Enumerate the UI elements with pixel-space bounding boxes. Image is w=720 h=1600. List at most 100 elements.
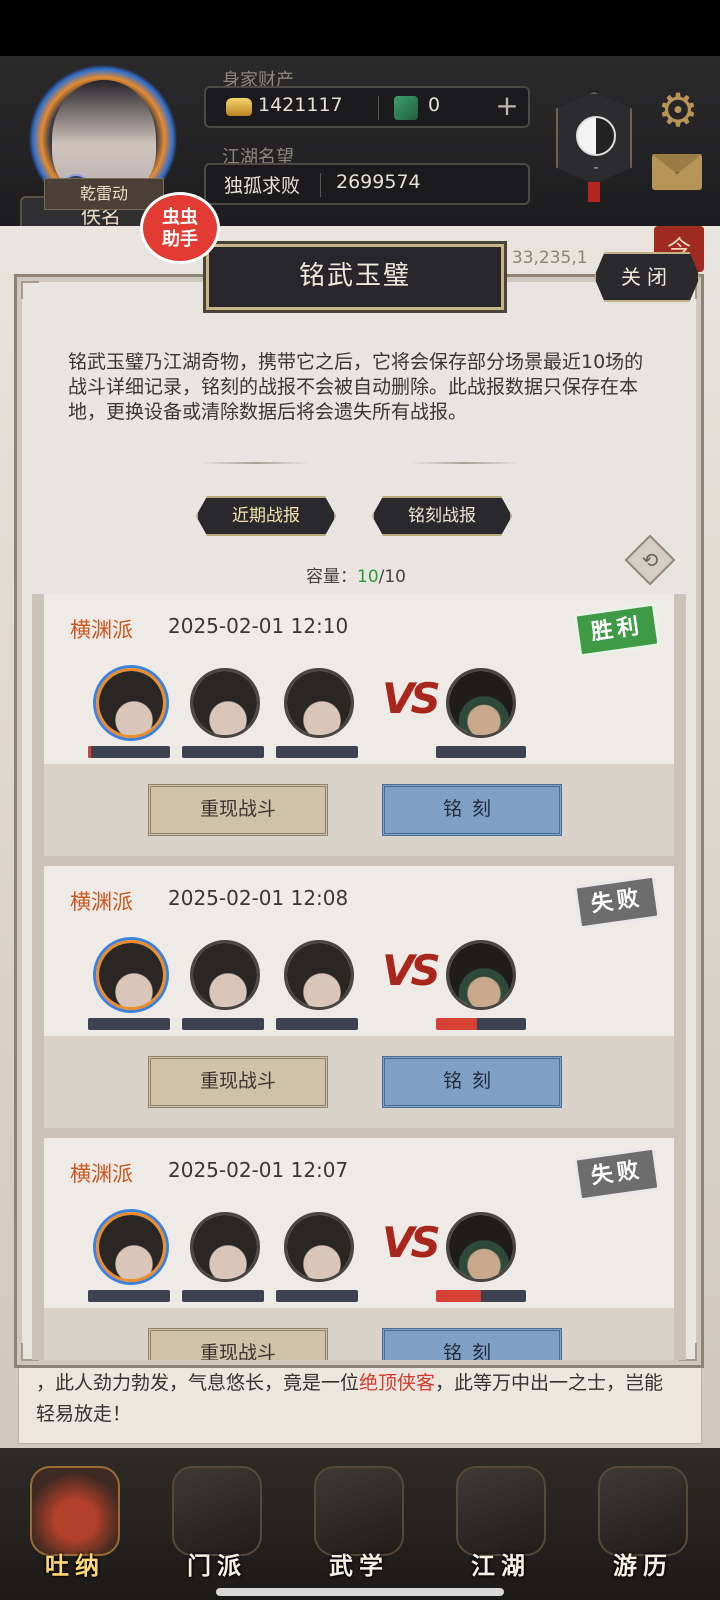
portrait — [287, 671, 351, 735]
hero-avatar-ally — [284, 1212, 354, 1282]
capacity-label: 容量： — [306, 567, 357, 587]
mail-flap — [652, 154, 702, 174]
portrait — [99, 943, 163, 1007]
hp-bar-ally — [182, 746, 264, 758]
story-highlight: 绝顶侠客 — [359, 1372, 436, 1394]
taiji-button[interactable]: - — [556, 92, 632, 184]
nav-item-breathing[interactable]: 吐纳 — [16, 1460, 134, 1590]
fame-title: 独孤求败 — [224, 175, 301, 197]
fame-value: 2699574 — [336, 171, 421, 193]
hero-avatar-ally — [190, 940, 260, 1010]
battle-time: 2025-02-01 12:07 — [168, 1158, 349, 1182]
capacity-total: /10 — [378, 567, 406, 587]
mail-icon[interactable] — [652, 154, 702, 190]
refresh-icon[interactable]: ⟲ — [632, 542, 668, 578]
portrait — [99, 671, 163, 735]
jianghu-icon — [456, 1466, 546, 1556]
hp-bar-ally — [276, 1018, 358, 1030]
wealth-bar: 1421117 0 + — [204, 86, 530, 128]
portrait — [449, 943, 513, 1007]
capacity-readout: 容量：10/10 — [306, 562, 406, 587]
battle-sect: 横渊派 — [70, 618, 133, 642]
battle-sect: 横渊派 — [70, 890, 133, 914]
hp-bar-ally — [182, 1290, 264, 1302]
gold-ingot-icon — [226, 98, 252, 116]
nav-item-travel[interactable]: 游历 — [584, 1460, 702, 1590]
divider — [378, 96, 379, 120]
nav-label: 武学 — [329, 1552, 389, 1580]
portrait — [193, 943, 257, 1007]
add-currency-button[interactable]: + — [492, 90, 522, 124]
modal-description: 铭武玉璧乃江湖奇物，携带它之后，它将会保存部分场景最近10场的战斗详细记录，铭刻… — [68, 351, 644, 423]
divider — [320, 173, 321, 197]
hero-avatar-ally — [284, 668, 354, 738]
power-value: E: 33,235,1 — [490, 248, 588, 268]
battle-time: 2025-02-01 12:10 — [168, 614, 349, 638]
home-indicator[interactable] — [216, 1588, 504, 1596]
nav-item-martial-arts[interactable]: 武学 — [300, 1460, 418, 1590]
nav-label: 门派 — [187, 1552, 247, 1580]
vs-label: VS — [382, 1218, 441, 1267]
hero-avatar-enemy — [446, 940, 516, 1010]
battle-card: 横渊派 2025-02-01 12:08 失败 VS 重现战斗 铭刻 — [44, 866, 674, 1128]
corner-ornament — [21, 281, 39, 299]
inscribe-button[interactable]: 铭刻 — [382, 1328, 562, 1360]
hero-avatar-ally — [190, 668, 260, 738]
helper-badge-line1: 虫虫 — [162, 207, 198, 228]
portrait — [287, 1215, 351, 1279]
sect-icon — [172, 1466, 262, 1556]
jade-icon — [394, 96, 418, 120]
portrait — [193, 671, 257, 735]
vs-label: VS — [382, 674, 441, 723]
hp-bar-ally — [276, 746, 358, 758]
portrait — [287, 943, 351, 1007]
replay-battle-button[interactable]: 重现战斗 — [148, 784, 328, 836]
helper-badge-line2: 助手 — [162, 229, 198, 250]
gear-icon[interactable]: ⚙ — [652, 84, 704, 136]
hp-bar-player — [88, 1290, 170, 1302]
replay-battle-button[interactable]: 重现战斗 — [148, 1056, 328, 1108]
card-actions-area — [44, 1308, 674, 1360]
capacity-used: 10 — [357, 567, 379, 587]
hp-bar-player — [88, 1018, 170, 1030]
result-stamp: 失败 — [573, 874, 661, 930]
bottom-nav: 吐纳 门派 武学 江湖 游历 — [0, 1448, 720, 1600]
inscribe-button[interactable]: 铭刻 — [382, 784, 562, 836]
hero-avatar-player — [96, 940, 166, 1010]
gold-value: 1421117 — [258, 94, 343, 116]
hero-avatar-player — [96, 1212, 166, 1282]
martial-arts-icon — [314, 1466, 404, 1556]
battle-sect: 横渊派 — [70, 1162, 133, 1186]
helper-badge[interactable]: 虫虫 助手 — [140, 192, 220, 264]
skill-name[interactable]: 乾雷动 — [44, 178, 164, 210]
vs-label: VS — [382, 946, 441, 995]
card-actions-area — [44, 1036, 674, 1128]
portrait — [99, 1215, 163, 1279]
story-text: ，此人劲力勃发，气息悠长，竟是一位绝顶侠客，此等万中出一之士，岂能轻易放走！ — [36, 1368, 676, 1430]
app-root: ♂ 佚名 乾雷动 身家财产 1421117 0 + 江湖名望 独孤求败 2699… — [0, 0, 720, 1600]
portrait — [193, 1215, 257, 1279]
nav-label: 吐纳 — [45, 1552, 105, 1580]
hp-bar-enemy — [436, 1018, 526, 1030]
nav-label: 江湖 — [471, 1552, 531, 1580]
ornament-divider — [410, 462, 520, 464]
hp-bar-ally — [276, 1290, 358, 1302]
hero-avatar-player — [96, 668, 166, 738]
result-stamp: 失败 — [573, 1146, 661, 1202]
battle-list[interactable]: 横渊派 2025-02-01 12:10 胜利 VS 重现战斗 铭刻 横渊派 2… — [32, 594, 686, 1360]
breathing-icon — [30, 1466, 120, 1556]
tab-recent-reports[interactable]: 近期战报 — [196, 496, 336, 536]
nav-item-jianghu[interactable]: 江湖 — [442, 1460, 560, 1590]
story-before: ，此人劲力勃发，气息悠长，竟是一位 — [36, 1372, 360, 1394]
close-button[interactable]: 关闭 — [594, 252, 700, 302]
nav-item-sect[interactable]: 门派 — [158, 1460, 276, 1590]
modal-title: 铭武玉璧 — [206, 244, 504, 310]
inscribe-button[interactable]: 铭刻 — [382, 1056, 562, 1108]
hp-bar-player — [88, 746, 170, 758]
tab-inscribed-reports[interactable]: 铭刻战报 — [372, 496, 512, 536]
portrait — [449, 671, 513, 735]
ornament-divider — [200, 462, 310, 464]
result-stamp: 胜利 — [573, 602, 661, 658]
replay-battle-button[interactable]: 重现战斗 — [148, 1328, 328, 1360]
tassel-decoration — [588, 182, 600, 202]
